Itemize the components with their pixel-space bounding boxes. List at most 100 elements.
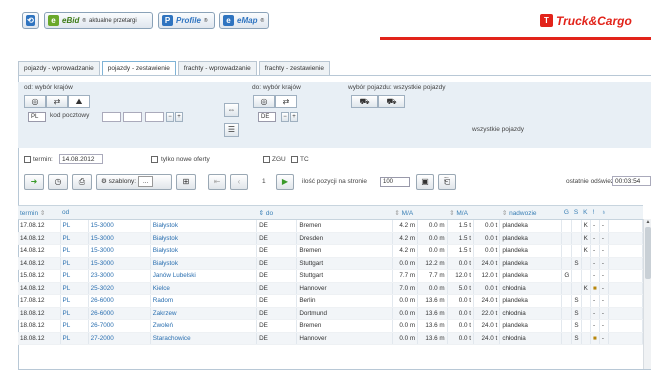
col-spacer: [608, 205, 643, 220]
table-row[interactable]: 18.08.12 PL 26-6000 Zakrzew DE Dortmund 0.0 m1…: [18, 307, 643, 320]
cell-c1: PL: [60, 269, 89, 283]
list-icon[interactable]: ☰: [224, 123, 239, 137]
table-row[interactable]: 18.08.12 PL 26-7000 Zwoleń DE Bremen 0.0 m 13.6…: [18, 319, 643, 333]
col-k[interactable]: K: [581, 205, 591, 220]
cell-termin: 17.08.12: [18, 294, 61, 308]
do-world-icon[interactable]: ◎: [253, 95, 275, 108]
cell-k: K: [581, 282, 591, 295]
col-od[interactable]: od: [60, 205, 257, 220]
prev-page-button[interactable]: ‹: [230, 174, 248, 190]
cell-w: 13.6 m: [417, 332, 448, 345]
zgu-checkbox[interactable]: [263, 156, 270, 163]
ebid-button[interactable]: e eBid ® aktualne przetargi: [44, 12, 153, 29]
cell-t2: 0.0 t: [473, 282, 501, 295]
search-button[interactable]: ➜: [24, 174, 44, 190]
print-icon[interactable]: ⎙: [72, 174, 92, 190]
first-page-button[interactable]: ⇤: [208, 174, 226, 190]
col-ma-2[interactable]: ⇕ M/A: [447, 205, 500, 220]
do-remove-icon[interactable]: −: [281, 112, 289, 122]
columns-icon[interactable]: ⊞: [176, 174, 196, 190]
cell-spacer: [608, 319, 643, 333]
cell-z1: 26-7000: [88, 319, 151, 333]
mountain-icon[interactable]: ⛰: [68, 95, 90, 108]
od-label: od: wybór krajów: [24, 84, 73, 91]
scroll-up-icon[interactable]: ▲: [644, 219, 651, 225]
scroll-thumb[interactable]: [645, 227, 651, 279]
emap-reg: ®: [260, 17, 265, 24]
col-g[interactable]: G: [561, 205, 572, 220]
cell-termin: 18.08.12: [18, 307, 61, 320]
table-row[interactable]: 14.08.12 PL 15-3000 Białystok DE Bremen 4.2 m0…: [18, 244, 643, 258]
od-remove-icon[interactable]: −: [166, 112, 174, 122]
profile-label: Profile: [176, 16, 201, 25]
sort-icon: ⇕: [39, 209, 46, 217]
cell-m2: Bremen: [296, 319, 393, 333]
cell-l: 4.2 m: [392, 244, 419, 258]
cell-termin: 14.08.12: [18, 257, 61, 270]
back-button[interactable]: ⟲: [22, 12, 39, 29]
tc-checkbox[interactable]: [291, 156, 298, 163]
profile-button[interactable]: P Profile ®: [158, 12, 215, 29]
truck-icon[interactable]: ⛟: [351, 95, 378, 108]
ilosc-select[interactable]: 100: [380, 177, 410, 187]
tab-frachty-zestawienie[interactable]: frachty - zestawienie: [258, 61, 330, 75]
world-icon[interactable]: ◎: [24, 95, 46, 108]
table-row[interactable]: 14.08.12 PL 15-3000 Białystok DE Dresden 4.2 m…: [18, 232, 643, 245]
template-icon: ⚙: [101, 178, 107, 185]
tab-pojazdy-zestawienie[interactable]: pojazdy - zestawienie: [101, 61, 176, 76]
cell-z1: 26-6000: [88, 307, 151, 320]
col-do[interactable]: ⇕ do: [256, 205, 393, 220]
cell-m1: Zakrzew: [150, 307, 258, 320]
cell-y: -: [599, 219, 610, 233]
cell-nad: plandeka: [499, 294, 563, 308]
truck-trailer-icon[interactable]: ⛟: [378, 95, 405, 108]
col-globe[interactable]: ♁: [599, 205, 609, 220]
route-icon[interactable]: ⇄: [46, 95, 68, 108]
col-nadwozie[interactable]: ⇕ nadwozie: [499, 205, 562, 220]
table-row[interactable]: 15.08.12 PL 23-3000 Janów Lubelski DE Stuttga…: [18, 269, 643, 283]
sort-icon-4: ⇕: [501, 209, 508, 217]
table-row[interactable]: 17.08.12 PL 15-3000 Białystok DE Bremen 4.2 m0…: [18, 219, 643, 233]
scrollbar[interactable]: ▲: [643, 219, 651, 369]
table-row[interactable]: 14.08.12 PL 15-3000 Białystok DE Stuttgart 0.0…: [18, 257, 643, 270]
od-zip-1[interactable]: [102, 112, 121, 122]
cell-t: 0.0 t: [447, 307, 474, 320]
col-ma-1[interactable]: ⇕ M/A: [392, 205, 448, 220]
cell-t: 0.0 t: [447, 257, 474, 270]
tab-pojazdy-wprowadzanie[interactable]: pojazdy - wprowadzanie: [18, 61, 100, 75]
od-zip-3[interactable]: [145, 112, 164, 122]
col-excl[interactable]: !: [590, 205, 600, 220]
od-country-select[interactable]: PL: [28, 112, 46, 122]
table-row[interactable]: 17.08.12 PL 26-6000 Radom DE Berlin 0.0 m 13.6 …: [18, 294, 643, 308]
col-termin[interactable]: termin ⇕: [18, 205, 60, 220]
next-page-button[interactable]: ▶: [276, 174, 294, 190]
termin-checkbox[interactable]: [24, 156, 31, 163]
do-route-icon[interactable]: ⇄: [275, 95, 297, 108]
cell-s: [571, 269, 582, 283]
emap-button[interactable]: e eMap ®: [219, 12, 269, 29]
do-country-select[interactable]: DE: [258, 112, 276, 122]
col-s[interactable]: S: [571, 205, 582, 220]
cell-l: 0.0 m: [392, 319, 419, 333]
export-icon[interactable]: ⎗: [438, 174, 456, 190]
zgu-label: ZGU: [272, 156, 286, 163]
table-row[interactable]: 18.08.12 PL 27-2000 Starachowice DE Hannover 0…: [18, 332, 643, 345]
clock-icon[interactable]: ◷: [48, 174, 68, 190]
cell-x: ■: [590, 282, 600, 295]
do-add-icon[interactable]: +: [290, 112, 298, 122]
save-icon[interactable]: ▣: [416, 174, 434, 190]
cell-z1: 15-3000: [88, 257, 151, 270]
swap-direction-icon[interactable]: ⇔: [224, 103, 239, 117]
od-add-icon[interactable]: +: [175, 112, 183, 122]
table-row[interactable]: 14.08.12 PL 25-3020 Kielce DE Hannover 7.0 m 0.…: [18, 282, 643, 295]
termin-input[interactable]: 14.08.2012: [59, 154, 103, 164]
cell-z1: 15-3000: [88, 219, 151, 233]
cell-c2: DE: [256, 244, 298, 258]
cell-m2: Dresden: [296, 232, 393, 245]
tylko-checkbox[interactable]: [151, 156, 158, 163]
wszystkie-pojazdy-text: wszystkie pojazdy: [472, 126, 525, 133]
tab-frachty-wprowadzanie[interactable]: frachty - wprowadzanie: [177, 61, 257, 75]
refresh-icon: ⟲: [26, 15, 35, 26]
szablony-button[interactable]: ⚙ szablony: ...: [96, 174, 172, 190]
od-zip-2[interactable]: [123, 112, 142, 122]
